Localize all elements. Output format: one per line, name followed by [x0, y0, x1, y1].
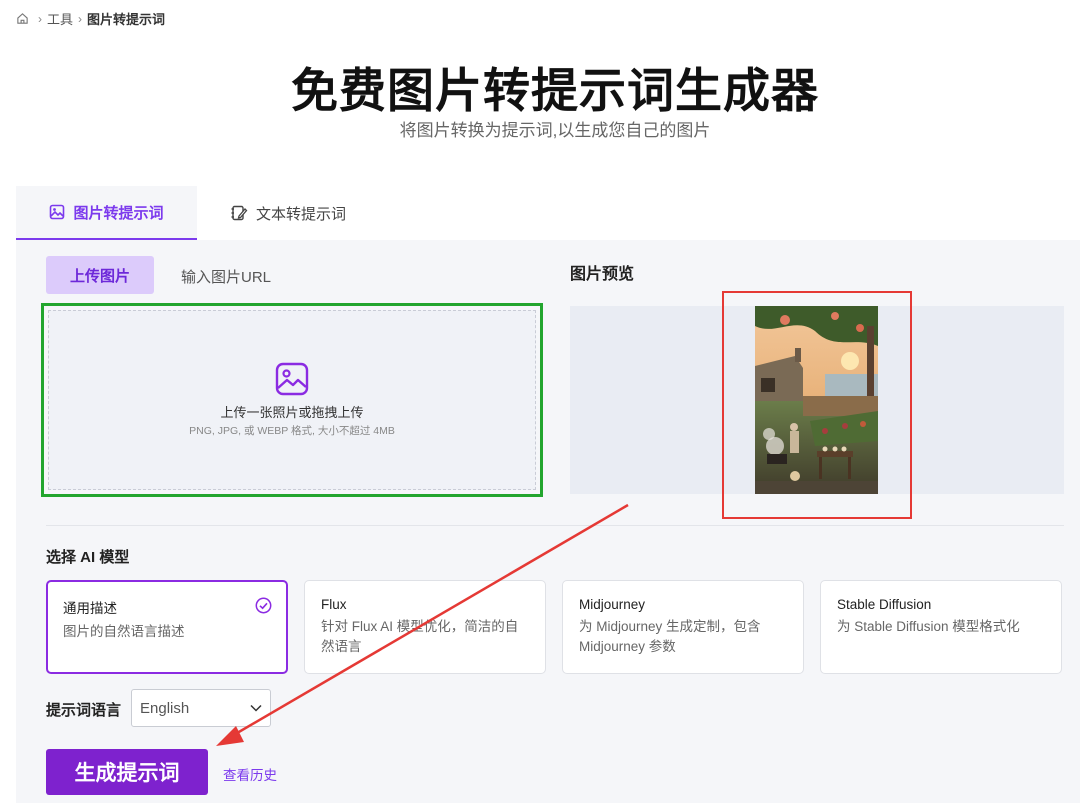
- preview-label: 图片预览: [570, 266, 635, 283]
- tab-image-url[interactable]: 输入图片URL: [181, 266, 271, 287]
- model-description: 为 Stable Diffusion 模型格式化: [837, 619, 1020, 634]
- chevron-down-icon: [250, 704, 262, 712]
- chevron-right-icon: ›: [38, 11, 42, 26]
- upload-highlight-frame: 上传一张照片或拖拽上传 PNG, JPG, 或 WEBP 格式, 大小不超过 4…: [41, 303, 543, 497]
- model-name: Midjourney: [579, 597, 646, 612]
- model-description: 为 Midjourney 生成定制，包含 Midjourney 参数: [579, 619, 761, 654]
- model-card-flux[interactable]: Flux 针对 Flux AI 模型优化，简洁的自然语言: [304, 580, 546, 674]
- breadcrumb-tools[interactable]: 工具: [47, 9, 73, 28]
- breadcrumb: › 工具 › 图片转提示词: [16, 9, 165, 28]
- tab-upload-image[interactable]: 上传图片: [46, 256, 154, 294]
- tab-label: 图片转提示词: [73, 204, 164, 222]
- tab-image-to-prompt[interactable]: 图片转提示词: [16, 186, 197, 240]
- tab-label: 文本转提示词: [256, 205, 347, 223]
- model-name: 通用描述: [63, 601, 117, 616]
- preview-highlight-frame: [722, 291, 912, 519]
- model-section-label: 选择 AI 模型: [46, 549, 130, 566]
- language-label: 提示词语言: [46, 702, 122, 719]
- model-card-general[interactable]: 通用描述 图片的自然语言描述: [46, 580, 288, 674]
- model-name: Stable Diffusion: [837, 597, 932, 612]
- edit-note-icon: [231, 205, 248, 221]
- view-history-link[interactable]: 查看历史: [223, 764, 277, 784]
- model-description: 图片的自然语言描述: [63, 624, 185, 639]
- model-card-stable-diffusion[interactable]: Stable Diffusion 为 Stable Diffusion 模型格式…: [820, 580, 1062, 674]
- page-title: 免费图片转提示词生成器: [291, 64, 819, 117]
- model-name: Flux: [321, 597, 347, 612]
- chevron-right-icon: ›: [78, 11, 83, 26]
- upload-dropzone[interactable]: 上传一张照片或拖拽上传 PNG, JPG, 或 WEBP 格式, 大小不超过 4…: [48, 310, 536, 490]
- tab-text-to-prompt[interactable]: 文本转提示词: [230, 186, 346, 240]
- home-icon[interactable]: [16, 12, 29, 25]
- language-select[interactable]: English: [131, 689, 271, 727]
- image-prompt-icon: [50, 204, 65, 220]
- upload-format-hint: PNG, JPG, 或 WEBP 格式, 大小不超过 4MB: [189, 425, 395, 437]
- generate-prompt-button[interactable]: 生成提示词: [46, 749, 208, 795]
- model-description: 针对 Flux AI 模型优化，简洁的自然语言: [321, 619, 519, 654]
- model-card-midjourney[interactable]: Midjourney 为 Midjourney 生成定制，包含 Midjourn…: [562, 580, 804, 674]
- check-circle-icon: [255, 597, 272, 614]
- image-upload-icon: [275, 362, 309, 396]
- divider: [46, 525, 1064, 526]
- upload-instruction: 上传一张照片或拖拽上传: [220, 405, 364, 420]
- breadcrumb-current: 图片转提示词: [87, 12, 166, 27]
- language-selected-value: English: [140, 699, 190, 717]
- page-subtitle: 将图片转换为提示词,以生成您自己的图片: [399, 121, 711, 140]
